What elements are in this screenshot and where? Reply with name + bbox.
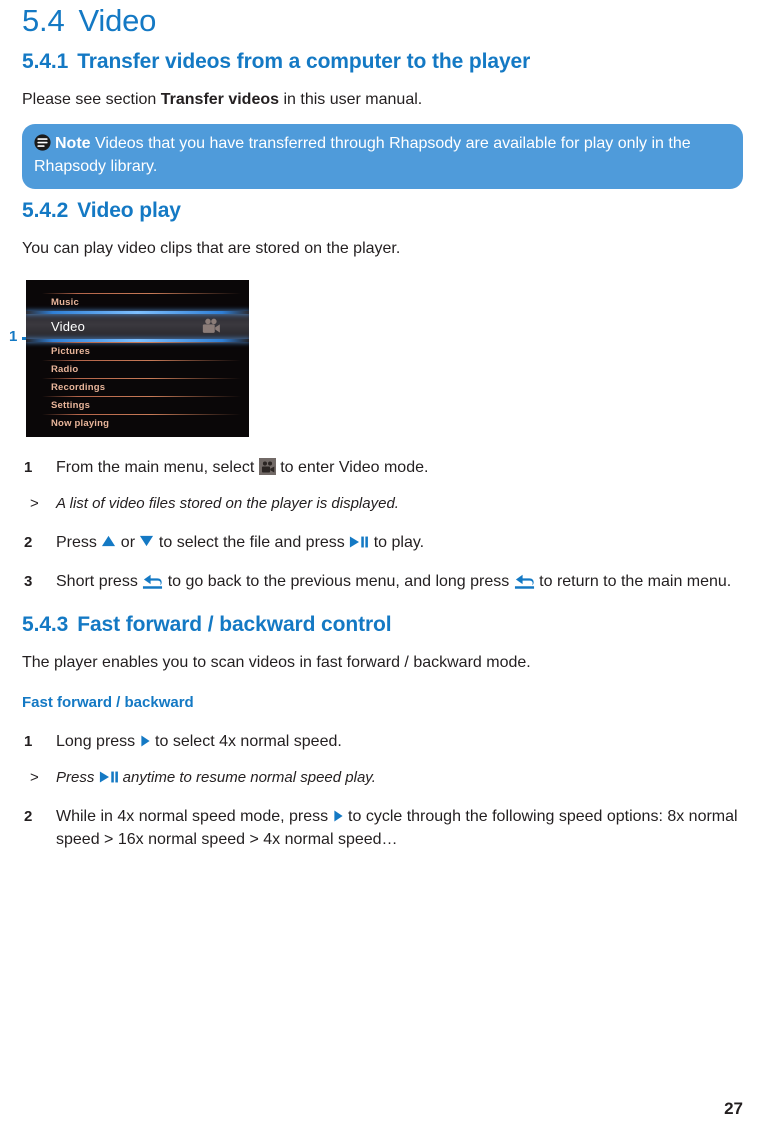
device-menu-label: Video	[51, 319, 86, 334]
paragraph-541-bold: Transfer videos	[160, 91, 280, 108]
step-number: 1	[24, 733, 33, 750]
note-list-icon	[34, 134, 51, 151]
step-text-pre: Press	[56, 534, 102, 551]
device-screen: Music Video Pictures Radio Recordings Se…	[26, 280, 249, 437]
step-text-post: to play.	[369, 534, 425, 551]
paragraph-541-pre: Please see section	[22, 91, 161, 108]
paragraph-541-post: in this user manual.	[279, 91, 423, 108]
step-result: > A list of video files stored on the pla…	[22, 493, 743, 515]
page-number: 27	[724, 1099, 743, 1118]
paragraph-543: The player enables you to scan videos in…	[22, 654, 531, 671]
heading-541: 5.4.1 Transfer videos from a computer to …	[22, 48, 743, 76]
step-result-post: anytime to resume normal speed play.	[118, 769, 376, 786]
step-text-mid1: to go back to the previous menu, and lon…	[163, 573, 514, 590]
device-menu-label: Now playing	[51, 417, 110, 429]
note-callout-box: Note Videos that you have transferred th…	[22, 124, 743, 189]
step-result-text: A list of video files stored on the play…	[56, 495, 399, 512]
device-menu-item-settings[interactable]: Settings	[26, 396, 249, 414]
section-number-542: 5.4.2	[22, 199, 69, 222]
section-title-541: Transfer videos from a computer to the p…	[77, 50, 531, 73]
heading-542: 5.4.2 Video play	[22, 197, 743, 225]
device-menu-label: Pictures	[51, 345, 91, 357]
device-menu-item-recordings[interactable]: Recordings	[26, 378, 249, 396]
device-menu-label: Radio	[51, 363, 79, 375]
device-menu-label: Recordings	[51, 381, 106, 393]
device-menu-item-pictures[interactable]: Pictures	[26, 342, 249, 360]
section-number-main: 5.4	[22, 3, 65, 38]
step-text-mid1: or	[116, 534, 140, 551]
step-result: > Press anytime to resume normal speed pl…	[22, 767, 743, 789]
step-result-marker: >	[30, 769, 39, 786]
heading-543: 5.4.3 Fast forward / backward control	[22, 611, 743, 639]
play-pause-icon	[99, 769, 119, 783]
back-arrow-icon	[142, 572, 163, 590]
step-result-pre: Press	[56, 769, 99, 786]
section-title-542: Video play	[77, 199, 181, 222]
manual-page: 5.4 Video 5.4.1 Transfer videos from a com…	[0, 0, 765, 1127]
section-number-541: 5.4.1	[22, 50, 69, 73]
step-result-marker: >	[30, 495, 39, 512]
note-label: Note	[55, 135, 91, 152]
note-text: Videos that you have transferred through…	[34, 135, 691, 175]
device-menu-item-music[interactable]: Music	[26, 293, 249, 311]
back-arrow-icon	[514, 572, 535, 590]
step-text-pre: Short press	[56, 573, 143, 590]
step-text-post: to select 4x normal speed.	[150, 733, 342, 750]
section-number-543: 5.4.3	[22, 613, 69, 636]
step-text-post: to return to the main menu.	[534, 573, 732, 590]
step-text-pre: Long press	[56, 733, 140, 750]
subheading-fast-forward: Fast forward / backward	[22, 694, 194, 711]
step-number: 2	[24, 808, 33, 825]
device-menu-item-radio[interactable]: Radio	[26, 360, 249, 378]
step-item: 2 Press or to select the file and press t…	[22, 531, 743, 554]
paragraph-542: You can play video clips that are stored…	[22, 240, 401, 257]
step-number: 3	[24, 573, 33, 590]
section-title-543: Fast forward / backward control	[77, 613, 392, 636]
device-menu-item-video[interactable]: Video	[26, 311, 249, 342]
step-text-post: to enter Video mode.	[275, 459, 429, 476]
device-menu-label: Settings	[51, 399, 91, 411]
section-title-main: Video	[78, 3, 157, 38]
video-camera-icon	[258, 458, 276, 475]
device-menu-item-now-playing[interactable]: Now playing	[26, 414, 249, 432]
video-camera-icon	[200, 318, 221, 335]
step-text-mid2: to select the file and press	[154, 534, 350, 551]
device-menu-label: Music	[51, 296, 79, 308]
step-text-pre: From the main menu, select	[56, 459, 259, 476]
step-number: 1	[24, 459, 33, 476]
right-triangle-icon	[140, 732, 151, 747]
right-triangle-icon	[333, 807, 344, 822]
step-item: 3 Short press to go back to the previous …	[22, 570, 743, 593]
step-item: 2 While in 4x normal speed mode, press to…	[22, 805, 743, 851]
page-title: 5.4 Video	[22, 0, 743, 40]
step-item: 1 From the main menu, select to enter Vid…	[22, 456, 743, 479]
paragraph-541: Please see section Transfer videos in th…	[22, 89, 743, 111]
device-screenshot-figure: 1 Music Video Pictures Radio Recordings …	[9, 280, 743, 440]
step-item: 1 Long press to select 4x normal speed.	[22, 730, 743, 753]
step-text-pre: While in 4x normal speed mode, press	[56, 808, 333, 825]
play-pause-icon	[349, 533, 369, 548]
step-number: 2	[24, 534, 33, 551]
callout-number-1: 1	[9, 328, 18, 345]
down-triangle-icon	[139, 532, 154, 547]
up-triangle-icon	[101, 532, 116, 547]
